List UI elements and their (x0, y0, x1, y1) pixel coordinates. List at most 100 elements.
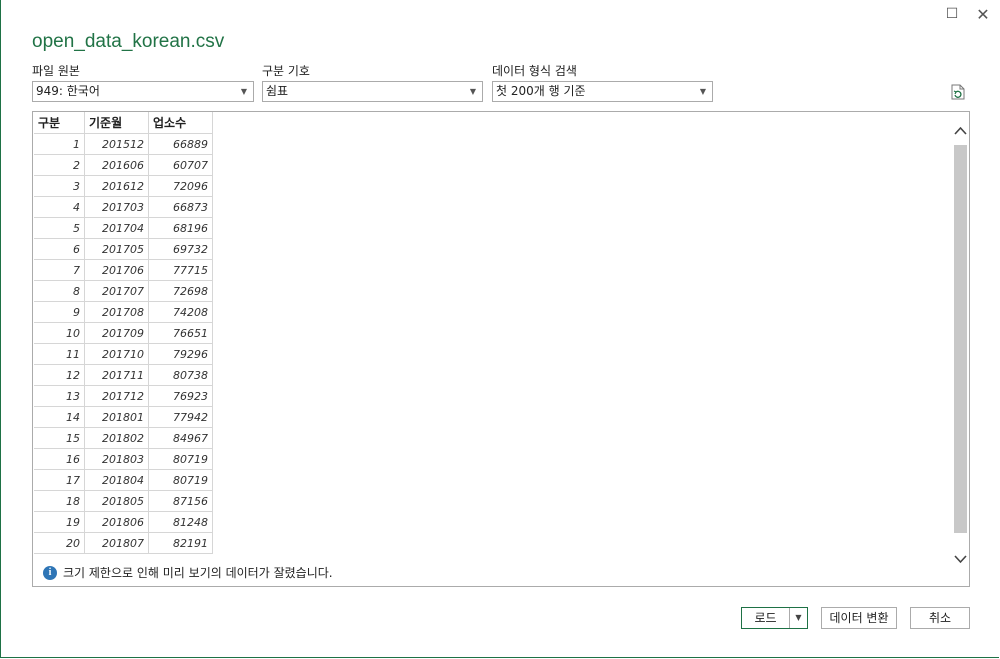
table-cell: 201612 (84, 175, 149, 197)
table-cell: 20 (34, 532, 85, 554)
delimiter-value: 쉼표 (266, 84, 289, 98)
chevron-up-icon[interactable] (954, 124, 967, 140)
table-cell: 60707 (148, 154, 213, 176)
table-row: 18 201805 87156 (34, 490, 213, 512)
chevron-down-icon[interactable] (954, 552, 967, 568)
delimiter-label: 구분 기호 (262, 64, 310, 78)
table-cell: 6 (34, 238, 85, 260)
truncation-message: 크기 제한으로 인해 미리 보기의 데이터가 잘렸습니다. (63, 566, 333, 580)
table-cell: 74208 (148, 301, 213, 323)
load-button[interactable]: 로드 ▼ (741, 607, 808, 629)
file-origin-value: 949: 한국어 (36, 84, 100, 98)
table-cell: 68196 (148, 217, 213, 239)
table-cell: 201801 (84, 406, 149, 428)
table-row: 3 201612 72096 (34, 175, 213, 197)
cancel-button[interactable]: 취소 (910, 607, 970, 629)
table-cell: 72096 (148, 175, 213, 197)
table-cell: 201803 (84, 448, 149, 470)
delimiter-dropdown[interactable]: 쉼표 ▼ (262, 81, 483, 102)
table-cell: 201805 (84, 490, 149, 512)
preview-table: 구분 기준월 업소수 1 201512 66889 2 201606 60707 3 2016… (34, 112, 213, 554)
truncation-notice: i 크기 제한으로 인해 미리 보기의 데이터가 잘렸습니다. (43, 564, 333, 581)
table-cell: 7 (34, 259, 85, 281)
load-dropdown-toggle[interactable]: ▼ (789, 608, 807, 628)
file-origin-dropdown[interactable]: 949: 한국어 ▼ (32, 81, 254, 102)
table-row: 9 201708 74208 (34, 301, 213, 323)
table-cell: 201710 (84, 343, 149, 365)
vertical-scrollbar[interactable] (952, 112, 969, 586)
table-cell: 201806 (84, 511, 149, 533)
transform-data-button[interactable]: 데이터 변환 (821, 607, 897, 629)
table-row: 5 201704 68196 (34, 217, 213, 239)
refresh-icon[interactable] (951, 84, 965, 100)
type-detection-value: 첫 200개 행 기준 (496, 84, 586, 98)
table-cell: 201512 (84, 133, 149, 155)
table-cell: 14 (34, 406, 85, 428)
table-cell: 201706 (84, 259, 149, 281)
table-row: 1 201512 66889 (34, 133, 213, 155)
data-preview: 구분 기준월 업소수 1 201512 66889 2 201606 60707 3 2016… (32, 111, 970, 587)
table-row: 6 201705 69732 (34, 238, 213, 260)
table-cell: 1 (34, 133, 85, 155)
table-cell: 12 (34, 364, 85, 386)
table-cell: 201804 (84, 469, 149, 491)
table-cell: 201703 (84, 196, 149, 218)
table-cell: 13 (34, 385, 85, 407)
table-cell: 9 (34, 301, 85, 323)
table-cell: 19 (34, 511, 85, 533)
table-cell: 81248 (148, 511, 213, 533)
table-cell: 201705 (84, 238, 149, 260)
chevron-down-icon: ▼ (469, 87, 476, 96)
type-detection-label: 데이터 형식 검색 (492, 64, 577, 78)
table-cell: 8 (34, 280, 85, 302)
dialog-title: open_data_korean.csv (32, 31, 225, 52)
table-cell: 17 (34, 469, 85, 491)
table-cell: 5 (34, 217, 85, 239)
table-cell: 16 (34, 448, 85, 470)
table-cell: 66873 (148, 196, 213, 218)
column-header: 업소수 (148, 112, 213, 134)
table-row: 16 201803 80719 (34, 448, 213, 470)
table-row: 2 201606 60707 (34, 154, 213, 176)
column-header: 기준월 (84, 112, 149, 134)
type-detection-dropdown[interactable]: 첫 200개 행 기준 ▼ (492, 81, 713, 102)
table-cell: 80719 (148, 469, 213, 491)
load-button-label: 로드 (754, 611, 777, 625)
table-cell: 82191 (148, 532, 213, 554)
table-cell: 2 (34, 154, 85, 176)
table-cell: 201606 (84, 154, 149, 176)
table-cell: 77715 (148, 259, 213, 281)
table-row: 14 201801 77942 (34, 406, 213, 428)
file-origin-label: 파일 원본 (32, 64, 80, 78)
table-cell: 11 (34, 343, 85, 365)
table-cell: 201704 (84, 217, 149, 239)
table-row: 12 201711 80738 (34, 364, 213, 386)
table-row: 13 201712 76923 (34, 385, 213, 407)
info-icon: i (43, 565, 57, 580)
scrollbar-thumb[interactable] (954, 145, 967, 533)
table-row: 17 201804 80719 (34, 469, 213, 491)
table-row: 10 201709 76651 (34, 322, 213, 344)
table-cell: 77942 (148, 406, 213, 428)
table-cell: 15 (34, 427, 85, 449)
table-cell: 84967 (148, 427, 213, 449)
chevron-down-icon: ▼ (240, 87, 247, 96)
table-row: 19 201806 81248 (34, 511, 213, 533)
table-cell: 201807 (84, 532, 149, 554)
table-cell: 66889 (148, 133, 213, 155)
table-cell: 201802 (84, 427, 149, 449)
table-row: 20 201807 82191 (34, 532, 213, 554)
close-button[interactable]: ✕ (972, 4, 994, 24)
maximize-button[interactable]: ☐ (941, 4, 963, 24)
table-cell: 10 (34, 322, 85, 344)
table-row: 11 201710 79296 (34, 343, 213, 365)
chevron-down-icon: ▼ (699, 87, 706, 96)
table-cell: 69732 (148, 238, 213, 260)
table-cell: 4 (34, 196, 85, 218)
table-cell: 79296 (148, 343, 213, 365)
table-cell: 201709 (84, 322, 149, 344)
table-row: 15 201802 84967 (34, 427, 213, 449)
table-cell: 76651 (148, 322, 213, 344)
table-cell: 18 (34, 490, 85, 512)
table-cell: 80738 (148, 364, 213, 386)
